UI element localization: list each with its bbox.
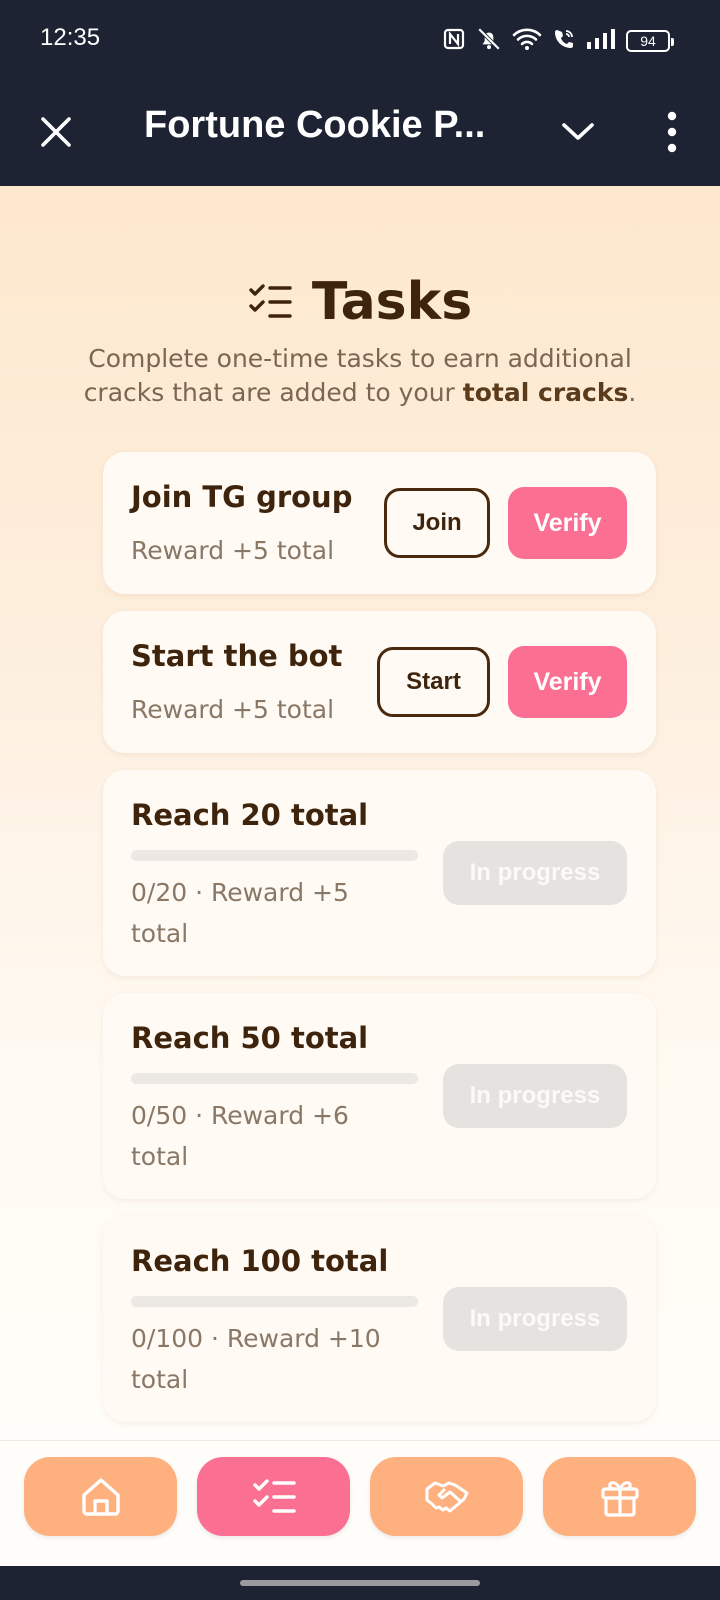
tasks-page: Tasks Complete one-time tasks to earn ad… [0, 186, 720, 1440]
close-button[interactable] [34, 110, 78, 154]
progress-bar [131, 1296, 418, 1307]
checklist-icon [249, 284, 292, 318]
start-button[interactable]: Start [377, 647, 490, 717]
page-description: Complete one-time tasks to earn addition… [60, 342, 660, 410]
bell-off-icon [476, 26, 502, 56]
handshake-icon [425, 1481, 468, 1512]
collapse-button[interactable] [556, 110, 600, 154]
in-progress-button: In progress [443, 841, 627, 905]
nav-partners[interactable] [370, 1457, 523, 1536]
home-icon [81, 1477, 120, 1516]
nav-rewards[interactable] [543, 1457, 696, 1536]
tasks-icon [252, 1478, 296, 1513]
battery-indicator: 94 [626, 30, 674, 52]
close-icon [41, 117, 71, 147]
task-card-join-tg: Join TG group Reward +5 total Join Verif… [103, 452, 656, 594]
task-reward: 0/100 · Reward +10 total [131, 1324, 381, 1394]
task-reward: Reward +5 total [131, 695, 335, 724]
task-card-reach-20: Reach 20 total 0/20 · Reward +5 total In… [103, 770, 656, 976]
bottom-nav [0, 1440, 720, 1566]
more-vertical-icon [667, 111, 677, 153]
task-reward: 0/20 · Reward +5 total [131, 878, 349, 948]
page-heading: Tasks [0, 272, 720, 332]
task-card-reach-50: Reach 50 total 0/50 · Reward +6 total In… [103, 993, 656, 1199]
task-card-start-bot: Start the bot Reward +5 total Start Veri… [103, 611, 656, 753]
nav-tasks[interactable] [197, 1457, 350, 1536]
gesture-bar [0, 1566, 720, 1600]
chevron-down-icon [562, 123, 594, 140]
gift-icon [600, 1480, 639, 1517]
status-bar: 12:35 94 [0, 0, 720, 82]
status-icons: 94 [442, 26, 674, 56]
nfc-icon [442, 27, 466, 55]
progress-bar [131, 850, 418, 861]
verify-button[interactable]: Verify [508, 646, 627, 718]
app-title: Fortune Cookie P... [144, 104, 486, 146]
task-card-reach-100: Reach 100 total 0/100 · Reward +10 total… [103, 1216, 656, 1422]
wifi-call-icon [552, 27, 576, 55]
page-title: Tasks [311, 272, 473, 332]
verify-button[interactable]: Verify [508, 487, 627, 559]
wifi-icon [512, 27, 542, 55]
more-button[interactable] [650, 108, 694, 156]
task-title: Reach 20 total [131, 798, 369, 832]
description-end: . [628, 378, 637, 407]
home-indicator[interactable] [240, 1580, 480, 1586]
description-highlight: total cracks [462, 378, 629, 407]
task-title: Start the bot [131, 639, 343, 673]
signal-icon [586, 28, 616, 54]
task-reward: Reward +5 total [131, 536, 335, 565]
task-title: Reach 100 total [131, 1244, 389, 1278]
join-button[interactable]: Join [384, 488, 490, 558]
in-progress-button: In progress [443, 1287, 627, 1351]
in-progress-button: In progress [443, 1064, 627, 1128]
status-time: 12:35 [40, 24, 101, 51]
task-title: Reach 50 total [131, 1021, 369, 1055]
nav-home[interactable] [24, 1457, 177, 1536]
progress-bar [131, 1073, 418, 1084]
task-reward: 0/50 · Reward +6 total [131, 1101, 349, 1171]
app-bar: Fortune Cookie P... [0, 82, 720, 186]
task-title: Join TG group [131, 480, 353, 514]
